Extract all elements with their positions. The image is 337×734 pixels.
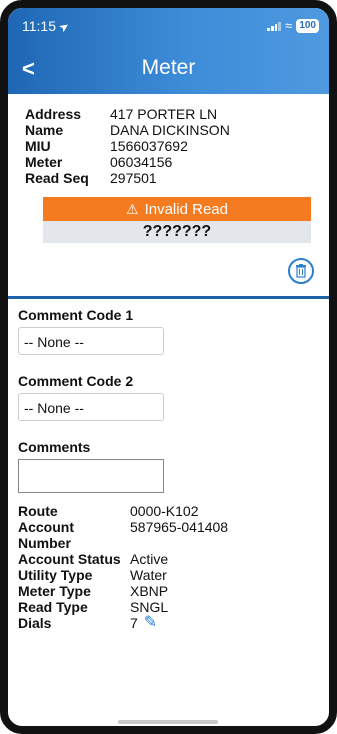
dials-label: Dials bbox=[18, 615, 52, 631]
readseq-label: Read Seq bbox=[25, 170, 89, 186]
meter-type-label: Meter Type bbox=[18, 583, 91, 599]
signal-icon bbox=[267, 21, 282, 31]
phone-frame: 11:15➤ ≈ 100 < Meter Address 417 PORTER L… bbox=[0, 0, 337, 734]
meter-card: Address 417 PORTER LN Name DANA DICKINSON … bbox=[15, 98, 322, 293]
comments-label: Comments bbox=[18, 439, 91, 455]
utility-type-label: Utility Type bbox=[18, 567, 93, 583]
read-type-value: SNGL bbox=[130, 599, 169, 615]
meter-info: Address 417 PORTER LN Name DANA DICKINSON … bbox=[25, 106, 230, 186]
address-value: 417 PORTER LN bbox=[110, 106, 218, 122]
status-time: 11:15➤ bbox=[22, 18, 73, 36]
detail-row: Account Status Active bbox=[18, 551, 318, 567]
invalid-read-banner: ⚠ Invalid Read bbox=[43, 197, 311, 221]
home-indicator bbox=[118, 720, 218, 724]
dials-value: 7 bbox=[130, 615, 138, 631]
edit-dials-pencil-icon[interactable]: ✎ bbox=[144, 615, 157, 631]
read-value: ??????? bbox=[43, 221, 311, 243]
battery-icon: 100 bbox=[296, 18, 319, 33]
route-value: 0000-K102 bbox=[130, 503, 199, 519]
delete-read-button[interactable] bbox=[288, 258, 314, 284]
detail-row: Read Type SNGL bbox=[18, 599, 318, 615]
readseq-value: 297501 bbox=[110, 170, 157, 186]
app-header: 11:15➤ ≈ 100 < Meter bbox=[8, 8, 329, 94]
account-status-value: Active bbox=[130, 551, 169, 567]
account-status-label: Account Status bbox=[18, 551, 121, 567]
meter-label: Meter bbox=[25, 154, 63, 170]
status-bar: 11:15➤ ≈ 100 bbox=[22, 18, 319, 38]
route-label: Route bbox=[18, 503, 58, 519]
detail-row: Route 0000-K102 bbox=[18, 503, 318, 519]
detail-row: Meter Type XBNP bbox=[18, 583, 318, 599]
name-label: Name bbox=[25, 122, 64, 138]
wifi-icon: ≈ bbox=[285, 18, 293, 33]
warning-icon: ⚠ bbox=[126, 200, 139, 217]
meter-value: 06034156 bbox=[110, 154, 173, 170]
section-divider bbox=[8, 296, 329, 299]
miu-value: 1566037692 bbox=[110, 138, 188, 154]
account-number-label: Account Number bbox=[18, 519, 74, 551]
read-form: Comment Code 1 -- None -- Comment Code 2… bbox=[18, 303, 318, 631]
comment-code-2-select[interactable]: -- None -- bbox=[18, 393, 164, 421]
miu-label: MIU bbox=[25, 138, 51, 154]
detail-row: Account Number 587965-041408 bbox=[18, 519, 318, 551]
address-label: Address bbox=[25, 106, 82, 122]
nav-bar: < Meter bbox=[8, 56, 329, 84]
account-number-value: 587965-041408 bbox=[130, 519, 229, 535]
meter-type-value: XBNP bbox=[130, 583, 169, 599]
page-title: Meter bbox=[141, 56, 196, 79]
name-value: DANA DICKINSON bbox=[110, 122, 230, 138]
detail-row: Utility Type Water bbox=[18, 567, 318, 583]
comment-code-1-select[interactable]: -- None -- bbox=[18, 327, 164, 355]
comments-input[interactable] bbox=[18, 459, 164, 493]
comment-code-1-label: Comment Code 1 bbox=[18, 307, 134, 323]
status-right: ≈ 100 bbox=[267, 18, 319, 33]
read-type-label: Read Type bbox=[18, 599, 88, 615]
trash-icon bbox=[296, 264, 306, 278]
comment-code-2-label: Comment Code 2 bbox=[18, 373, 134, 389]
utility-type-value: Water bbox=[130, 567, 167, 583]
location-arrow-icon: ➤ bbox=[55, 18, 73, 36]
detail-row: Dials 7 ✎ bbox=[18, 615, 318, 632]
warning-text: Invalid Read bbox=[144, 200, 228, 218]
account-details: Route 0000-K102 Account Number 587965-0414… bbox=[18, 503, 318, 631]
